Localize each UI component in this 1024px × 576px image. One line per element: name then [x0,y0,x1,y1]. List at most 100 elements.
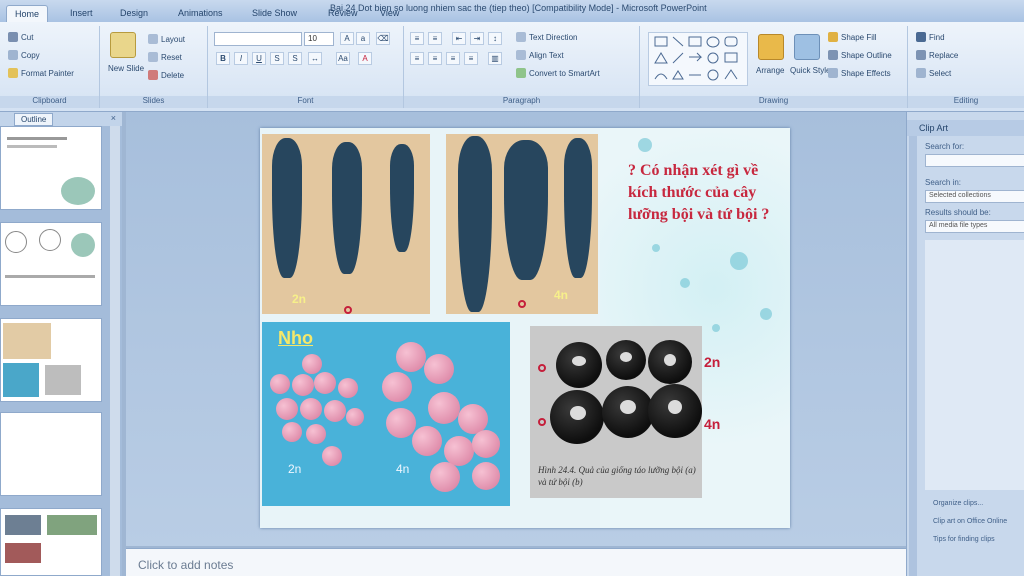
font-name-box[interactable] [214,32,302,46]
organize-clips-link[interactable]: Organize clips... [933,500,983,507]
reset-button[interactable]: Reset [148,52,182,62]
tab-outline[interactable]: Outline [14,113,54,126]
bullets-button[interactable]: ≡ [410,32,424,45]
shadow-button[interactable]: S [288,52,302,65]
shape-outline-button[interactable]: Shape Outline [828,50,892,60]
shapes-gallery[interactable] [648,32,748,86]
font-label: Font [208,96,403,108]
change-case-button[interactable]: Aa [336,52,350,65]
radish-root [332,142,362,274]
notes-pane[interactable]: Click to add notes [126,548,906,576]
align-text-button[interactable]: Align Text [516,50,564,60]
font-color-button[interactable]: A [358,52,372,65]
slide-thumbnail-4[interactable] [0,412,102,496]
tab-insert[interactable]: Insert [62,5,101,22]
font-group: 10 A a ⌫ B I U S S ↔ Aa A Font [208,26,404,108]
numbering-button[interactable]: ≡ [428,32,442,45]
fill-icon [828,32,838,42]
clip-art-pane: Clip Art Search for: Search in: Selected… [906,112,1024,576]
drawing-group: Arrange Quick Styles Shape Fill Shape Ou… [640,26,908,108]
tab-animations[interactable]: Animations [170,5,231,22]
radish-root [272,138,302,278]
results-list[interactable] [925,240,1024,490]
grape-photo: Nho 2n 4n [262,322,510,506]
clipboard-label: Clipboard [0,96,99,108]
slide-thumbnail-3[interactable] [0,318,102,402]
clip-art-online-link[interactable]: Clip art on Office Online [933,518,1007,525]
underline-button[interactable]: U [252,52,266,65]
align-center-button[interactable]: ≡ [428,52,442,65]
increase-indent-button[interactable]: ⇥ [470,32,484,45]
tab-design[interactable]: Design [112,5,156,22]
marker-b [538,418,546,426]
reset-icon [148,52,158,62]
grape [270,374,290,394]
tab-home[interactable]: Home [6,5,49,22]
grow-font-button[interactable]: A [340,32,354,45]
shape-fill-button[interactable]: Shape Fill [828,32,877,42]
question-text: ? Có nhận xét gì về kích thước của cây l… [628,162,770,223]
select-button[interactable]: Select [916,68,951,78]
find-button[interactable]: Find [916,32,945,42]
tab-view[interactable]: View [372,5,407,22]
search-in-label: Search in: [925,178,962,187]
shape-effects-button[interactable]: Shape Effects [828,68,891,78]
align-right-button[interactable]: ≡ [446,52,460,65]
grape [428,392,460,424]
convert-smartart-button[interactable]: Convert to SmartArt [516,68,600,78]
tab-slide-show[interactable]: Slide Show [244,5,305,22]
layout-button[interactable]: Layout [148,34,185,44]
search-input[interactable] [925,154,1024,167]
arrange-icon [758,34,784,60]
slides-group: New Slide Layout Reset Delete Slides [100,26,208,108]
fruit-label-2n: 2n [704,354,721,370]
paragraph-group: ≡ ≡ ⇤ ⇥ ↕ ≡ ≡ ≡ ≡ ▥ Text Direction Align… [404,26,640,108]
columns-button[interactable]: ▥ [488,52,502,65]
clear-format-button[interactable]: ⌫ [376,32,390,45]
delete-icon [148,70,158,80]
bold-button[interactable]: B [216,52,230,65]
cursor-icon [916,68,926,78]
copy-button[interactable]: Copy [8,50,40,60]
fruit-core [572,356,586,366]
close-icon[interactable]: × [111,113,116,123]
font-size-box[interactable]: 10 [304,32,334,46]
slide[interactable]: 2n 4n ? Có nhận xét gì về kích thước của… [260,128,790,528]
slide-thumbnail-2[interactable] [0,222,102,306]
slides-label: Slides [100,96,207,108]
grape [300,398,322,420]
arrange-button[interactable]: Arrange [756,66,784,75]
italic-button[interactable]: I [234,52,248,65]
text-direction-button[interactable]: Text Direction [516,32,577,42]
align-left-button[interactable]: ≡ [410,52,424,65]
search-in-select[interactable]: Selected collections [925,190,1024,203]
delete-button[interactable]: Delete [148,70,184,80]
grape [472,462,500,490]
grape [386,408,416,438]
new-slide-button[interactable]: New Slide [108,64,144,73]
justify-button[interactable]: ≡ [464,52,478,65]
format-painter-button[interactable]: Format Painter [8,68,74,78]
title-bar: Bai 24 Dot bien so luong nhiem sac the (… [0,0,1024,22]
slide-thumbnail-5[interactable] [0,508,102,576]
replace-button[interactable]: Replace [916,50,958,60]
tips-link[interactable]: Tips for finding clips [933,536,995,543]
strikethrough-button[interactable]: S [270,52,284,65]
editing-label: Editing [908,96,1024,108]
pane-scrollbar[interactable] [909,120,917,576]
spacing-button[interactable]: ↔ [308,52,322,65]
grape [338,378,358,398]
panel-scrollbar[interactable] [110,126,120,576]
align-text-icon [516,50,526,60]
panel-tabs: Outline × [0,112,122,126]
results-select[interactable]: All media file types [925,220,1024,233]
text-direction-icon [516,32,526,42]
paragraph-label: Paragraph [404,96,639,108]
cut-button[interactable]: Cut [8,32,33,42]
shrink-font-button[interactable]: a [356,32,370,45]
slide-thumbnail-1[interactable] [0,126,102,210]
decrease-indent-button[interactable]: ⇤ [452,32,466,45]
fruit-core [668,400,682,414]
line-spacing-button[interactable]: ↕ [488,32,502,45]
tab-review[interactable]: Review [320,5,366,22]
